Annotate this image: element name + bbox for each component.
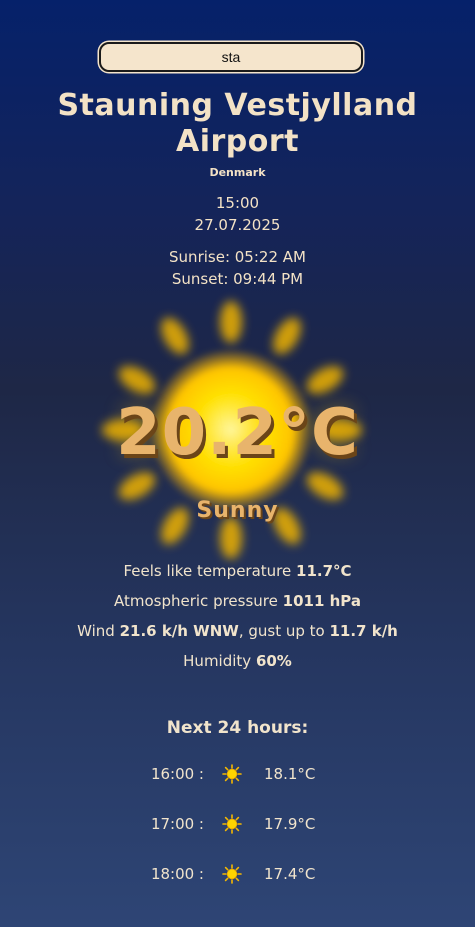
sun-icon: [204, 814, 260, 834]
current-temperature: 20.2°C: [116, 396, 359, 470]
wind-value: 21.6 k/h WNW: [119, 622, 239, 640]
weather-condition: Sunny: [196, 498, 279, 523]
pressure-value: 1011 hPa: [282, 592, 362, 610]
current-time: 15:00: [215, 194, 260, 212]
forecast-time: 17:00 :: [150, 815, 204, 833]
feels-like-value: 11.7°C: [296, 562, 352, 580]
search-box[interactable]: [99, 42, 363, 72]
sun-icon: [204, 864, 260, 884]
forecast-temp: 18.1°C: [264, 765, 316, 783]
search-input[interactable]: [99, 42, 363, 72]
humidity-label: Humidity: [183, 652, 256, 670]
sunset-time: Sunset: 09:44 PM: [171, 270, 304, 288]
location-name: Stauning Vestjylland Airport: [57, 88, 418, 159]
pressure-label: Atmospheric pressure: [113, 592, 283, 610]
forecast-row: 17:00 : 17.9°C: [140, 812, 340, 836]
forecast-title: Next 24 hours:: [166, 718, 309, 738]
forecast-temp: 17.4°C: [264, 865, 316, 883]
gust-label: , gust up to: [238, 622, 330, 640]
current-date: 27.07.2025: [194, 216, 281, 234]
forecast-time: 16:00 :: [150, 765, 204, 783]
forecast-temp: 17.9°C: [264, 815, 316, 833]
wind-row: Wind 21.6 k/h WNW, gust up to 11.7 k/h: [0, 622, 475, 640]
forecast-time: 18:00 :: [150, 865, 204, 883]
sunrise-time: Sunrise: 05:22 AM: [169, 248, 306, 266]
feels-like-row: Feels like temperature 11.7°C: [0, 562, 475, 580]
humidity-row: Humidity 60%: [0, 652, 475, 670]
sun-icon: [204, 764, 260, 784]
pressure-row: Atmospheric pressure 1011 hPa: [0, 592, 475, 610]
gust-value: 11.7 k/h: [329, 622, 398, 640]
wind-label: Wind: [77, 622, 120, 640]
humidity-value: 60%: [255, 652, 292, 670]
feels-like-label: Feels like temperature: [123, 562, 297, 580]
location-country: Denmark: [209, 166, 266, 179]
forecast-row: 18:00 : 17.4°C: [140, 862, 340, 886]
forecast-row: 16:00 : 18.1°C: [140, 762, 340, 786]
